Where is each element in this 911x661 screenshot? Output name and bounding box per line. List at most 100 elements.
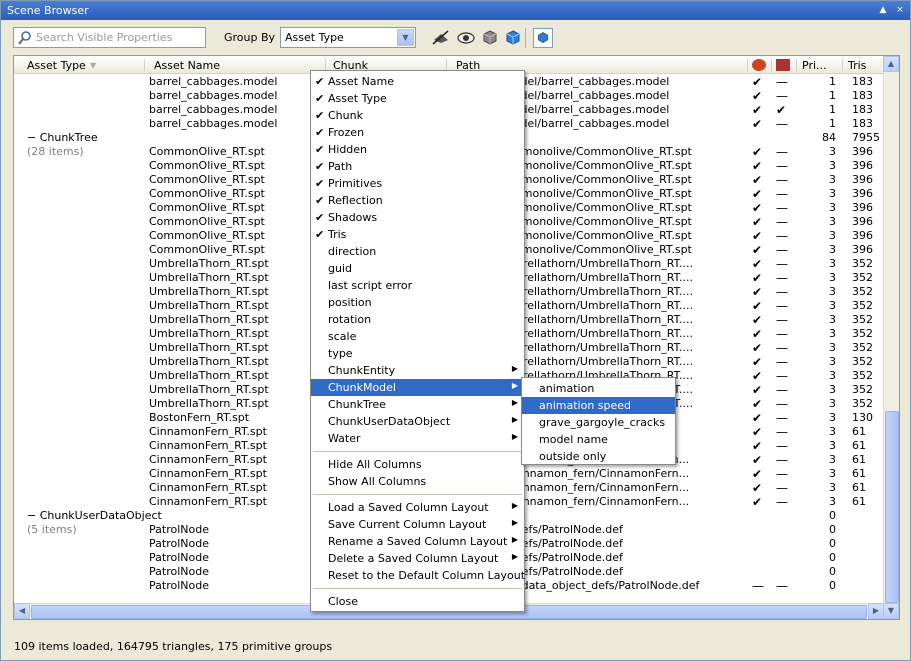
primitives-cell: 3 xyxy=(829,327,836,340)
column-asset-type[interactable]: Asset Type xyxy=(27,59,86,72)
menu-item-asset-name[interactable]: ✔ Asset Name xyxy=(311,73,524,90)
menu-item-label: animation speed xyxy=(539,399,632,412)
menu-item-reset-to-the-default-column-layout[interactable]: Reset to the Default Column Layout xyxy=(311,567,525,584)
eye-icon[interactable] xyxy=(456,28,476,48)
shadow-column-icon[interactable] xyxy=(776,59,790,71)
menu-item-water[interactable]: Water ▶ xyxy=(311,430,524,447)
menu-item-rename-a-saved-column-layout[interactable]: Rename a Saved Column Layout ▶ xyxy=(311,533,524,550)
menu-item-hide-all-columns[interactable]: Hide All Columns xyxy=(311,456,524,473)
frozen-cell: — xyxy=(752,579,764,593)
tris-cell: 396 xyxy=(852,173,873,186)
search-input[interactable]: Search Visible Properties xyxy=(13,27,206,48)
shadow-cell: — xyxy=(776,453,788,467)
menu-item-guid[interactable]: guid xyxy=(311,260,524,277)
asset-name-cell: barrel_cabbages.model xyxy=(149,117,278,130)
menu-item-grave-gargoyle-cracks[interactable]: grave_gargoyle_cracks xyxy=(522,414,675,431)
primitives-cell: 3 xyxy=(829,397,836,410)
asset-name-cell: PatrolNode xyxy=(149,551,209,564)
scroll-up-icon[interactable]: ▲ xyxy=(883,56,899,72)
menu-item-rotation[interactable]: rotation xyxy=(311,311,524,328)
menu-item-model-name[interactable]: model name xyxy=(522,431,675,448)
asset-name-cell: CinnamonFern_RT.spt xyxy=(149,453,267,466)
tris-cell: 396 xyxy=(852,201,873,214)
menu-item-outside-only[interactable]: outside only xyxy=(522,448,675,465)
column-asset-name[interactable]: Asset Name xyxy=(154,59,220,72)
check-icon: ✔ xyxy=(315,126,325,139)
menu-item-frozen[interactable]: ✔ Frozen xyxy=(311,124,524,141)
menu-item-scale[interactable]: scale xyxy=(311,328,524,345)
cube-gray-icon[interactable] xyxy=(480,28,500,48)
asset-type-cell: (28 items) xyxy=(27,145,84,158)
column-tris[interactable]: Tris xyxy=(848,59,866,72)
primitives-cell: 0 xyxy=(829,523,836,536)
shadow-cell: — xyxy=(776,117,788,131)
submenu-arrow-icon: ▶ xyxy=(511,535,518,544)
shadow-cell: — xyxy=(776,397,788,411)
asset-name-cell: UmbrellaThorn_RT.spt xyxy=(149,299,269,312)
shadow-cell: — xyxy=(776,341,788,355)
chevron-down-icon[interactable]: ▼ xyxy=(397,29,414,46)
shadow-cell: — xyxy=(776,355,788,369)
menu-item-close[interactable]: Close xyxy=(311,593,524,610)
menu-item-chunkuserdataobject[interactable]: ChunkUserDataObject ▶ xyxy=(311,413,524,430)
menu-item-show-all-columns[interactable]: Show All Columns xyxy=(311,473,524,490)
menu-item-load-a-saved-column-layout[interactable]: Load a Saved Column Layout ▶ xyxy=(311,499,524,516)
frozen-cell: ✔ xyxy=(752,439,763,453)
menu-item-label: Reflection xyxy=(328,194,383,207)
submenu-arrow-icon: ▶ xyxy=(511,501,518,510)
menu-item-primitives[interactable]: ✔ Primitives xyxy=(311,175,524,192)
menu-item-chunkentity[interactable]: ChunkEntity ▶ xyxy=(311,362,524,379)
cube-blue-icon[interactable] xyxy=(503,28,523,48)
menu-item-delete-a-saved-column-layout[interactable]: Delete a Saved Column Layout ▶ xyxy=(311,550,524,567)
menu-item-chunktree[interactable]: ChunkTree ▶ xyxy=(311,396,524,413)
menu-item-tris[interactable]: ✔ Tris xyxy=(311,226,524,243)
menu-item-chunk[interactable]: ✔ Chunk xyxy=(311,107,524,124)
scroll-right-icon[interactable]: ▶ xyxy=(868,603,884,619)
frozen-cell: ✔ xyxy=(752,89,763,103)
scroll-down-icon[interactable]: ▼ xyxy=(883,603,899,619)
menu-item-last-script-error[interactable]: last script error xyxy=(311,277,524,294)
submenu-arrow-icon: ▶ xyxy=(511,381,518,390)
close-icon[interactable]: × xyxy=(894,4,906,16)
asset-name-cell: CinnamonFern_RT.spt xyxy=(149,439,267,452)
submenu-arrow-icon: ▶ xyxy=(511,518,518,527)
asset-name-cell: BostonFern_RT.spt xyxy=(149,411,250,424)
menu-item-save-current-column-layout[interactable]: Save Current Column Layout ▶ xyxy=(311,516,524,533)
menu-item-reflection[interactable]: ✔ Reflection xyxy=(311,192,524,209)
primitives-cell: 1 xyxy=(829,103,836,116)
shadow-cell: — xyxy=(776,271,788,285)
menu-item-asset-type[interactable]: ✔ Asset Type xyxy=(311,90,524,107)
menu-item-animation[interactable]: animation xyxy=(522,380,675,397)
menu-item-animation-speed[interactable]: animation speed xyxy=(522,397,675,414)
primitives-cell: 3 xyxy=(829,411,836,424)
scroll-left-icon[interactable]: ◀ xyxy=(14,603,30,619)
select-cube-icon[interactable] xyxy=(533,28,553,48)
column-primitives[interactable]: Pri... xyxy=(802,59,827,72)
menu-item-position[interactable]: position xyxy=(311,294,524,311)
frozen-column-icon[interactable] xyxy=(752,59,766,71)
asset-name-cell: CommonOlive_RT.spt xyxy=(149,187,265,200)
menu-item-chunkmodel[interactable]: ChunkModel ▶ xyxy=(311,379,524,396)
vertical-scroll-thumb[interactable] xyxy=(885,411,899,603)
hide-icon[interactable] xyxy=(431,28,451,48)
frozen-cell: ✔ xyxy=(752,369,763,383)
menu-item-type[interactable]: type xyxy=(311,345,524,362)
shadow-cell: — xyxy=(776,201,788,215)
asset-name-cell: UmbrellaThorn_RT.spt xyxy=(149,257,269,270)
menu-item-label: ChunkUserDataObject xyxy=(328,415,451,428)
collapse-icon[interactable]: ▲ xyxy=(877,4,889,16)
vertical-scrollbar[interactable]: ▲ ▼ xyxy=(883,56,899,619)
shadow-cell: — xyxy=(776,215,788,229)
menu-item-path[interactable]: ✔ Path xyxy=(311,158,524,175)
group-by-select[interactable]: Asset Type ▼ xyxy=(280,27,416,48)
menu-item-hidden[interactable]: ✔ Hidden xyxy=(311,141,524,158)
primitives-cell: 0 xyxy=(829,579,836,592)
check-icon: ✔ xyxy=(315,194,325,207)
sort-down-icon: ▼ xyxy=(90,61,97,70)
frozen-cell: ✔ xyxy=(752,383,763,397)
menu-item-direction[interactable]: direction xyxy=(311,243,524,260)
menu-item-label: Close xyxy=(328,595,358,608)
menu-item-shadows[interactable]: ✔ Shadows xyxy=(311,209,524,226)
frozen-cell: ✔ xyxy=(752,145,763,159)
frozen-cell: ✔ xyxy=(752,355,763,369)
